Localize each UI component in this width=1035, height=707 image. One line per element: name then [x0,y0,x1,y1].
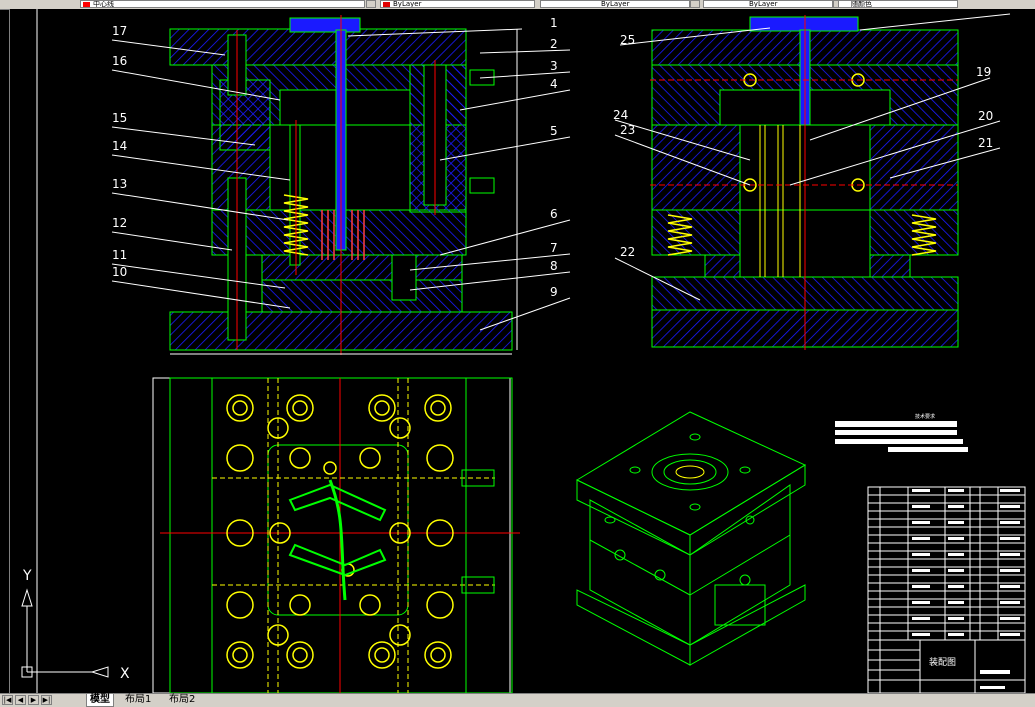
part-number: 5 [550,124,558,138]
title-block-name: 装配图 [929,656,956,668]
model-space-canvas[interactable]: 17 16 15 14 13 12 11 10 1 2 3 4 5 6 7 8 … [10,9,1035,694]
layer-control-combo[interactable]: 中心线 [80,0,365,8]
tab-model[interactable]: 模型 [86,694,114,707]
ucs-y-label: Y [22,568,32,584]
plotstyle-control-combo[interactable]: 随颜色 [838,0,958,8]
isometric-view [575,411,807,666]
lineweight-control-combo[interactable]: ByLayer [703,0,833,8]
color-control-combo[interactable]: ByLayer [380,0,535,8]
part-number: 2 [550,37,558,51]
part-number: 3 [550,59,558,73]
plan-view [152,377,520,694]
part-number: 21 [978,136,993,150]
part-number: 9 [550,285,558,299]
part-number: 4 [550,77,558,91]
plan-view-parts [288,479,387,601]
part-number: 14 [112,139,127,153]
first-tab-button[interactable]: |◀ [2,695,13,705]
part-number: 1 [550,16,558,30]
last-tab-button[interactable]: ▶| [41,695,52,705]
part-number: 22 [620,245,635,259]
part-number: 23 [620,123,635,137]
color-control-value: ByLayer [393,0,422,8]
part-number: 7 [550,241,558,255]
tech-requirements-title: 技术要求 [915,413,935,420]
tech-requirements: 技术要求 [835,413,968,452]
part-number: 17 [112,24,127,38]
part-number: 25 [620,33,635,47]
tab-layout2[interactable]: 布局2 [166,694,198,706]
part-number: 11 [112,248,127,262]
next-tab-button[interactable]: ▶ [28,695,39,705]
part-number: 12 [112,216,127,230]
part-number: 24 [613,108,628,122]
tab-layout1[interactable]: 布局1 [122,694,154,706]
part-number: 16 [112,54,127,68]
lineweight-control-value: ByLayer [749,0,778,8]
linetype-control-combo[interactable]: ByLayer [540,0,690,8]
color-swatch-icon [383,2,390,7]
layer-control-dropdown[interactable] [366,0,376,8]
part-number: 6 [550,207,558,221]
ucs-icon [21,588,109,678]
part-number: 10 [112,265,127,279]
part-number: 15 [112,111,127,125]
linetype-control-dropdown[interactable] [690,0,700,8]
layer-name: 中心线 [93,0,114,8]
part-number: 8 [550,259,558,273]
part-number: 19 [976,65,991,79]
layer-color-swatch [83,2,90,7]
drawing-svg: 17 16 15 14 13 12 11 10 1 2 3 4 5 6 7 8 … [21,9,1026,694]
ucs-x-label: X [120,666,130,682]
prev-tab-button[interactable]: ◀ [15,695,26,705]
plotstyle-control-value: 随颜色 [851,0,872,8]
linetype-control-value: ByLayer [601,0,630,8]
part-number: 13 [112,177,127,191]
layout-tabs-bar: |◀ ◀ ▶ ▶| 模型 布局1 布局2 [0,693,1035,707]
part-number: 20 [978,109,993,123]
